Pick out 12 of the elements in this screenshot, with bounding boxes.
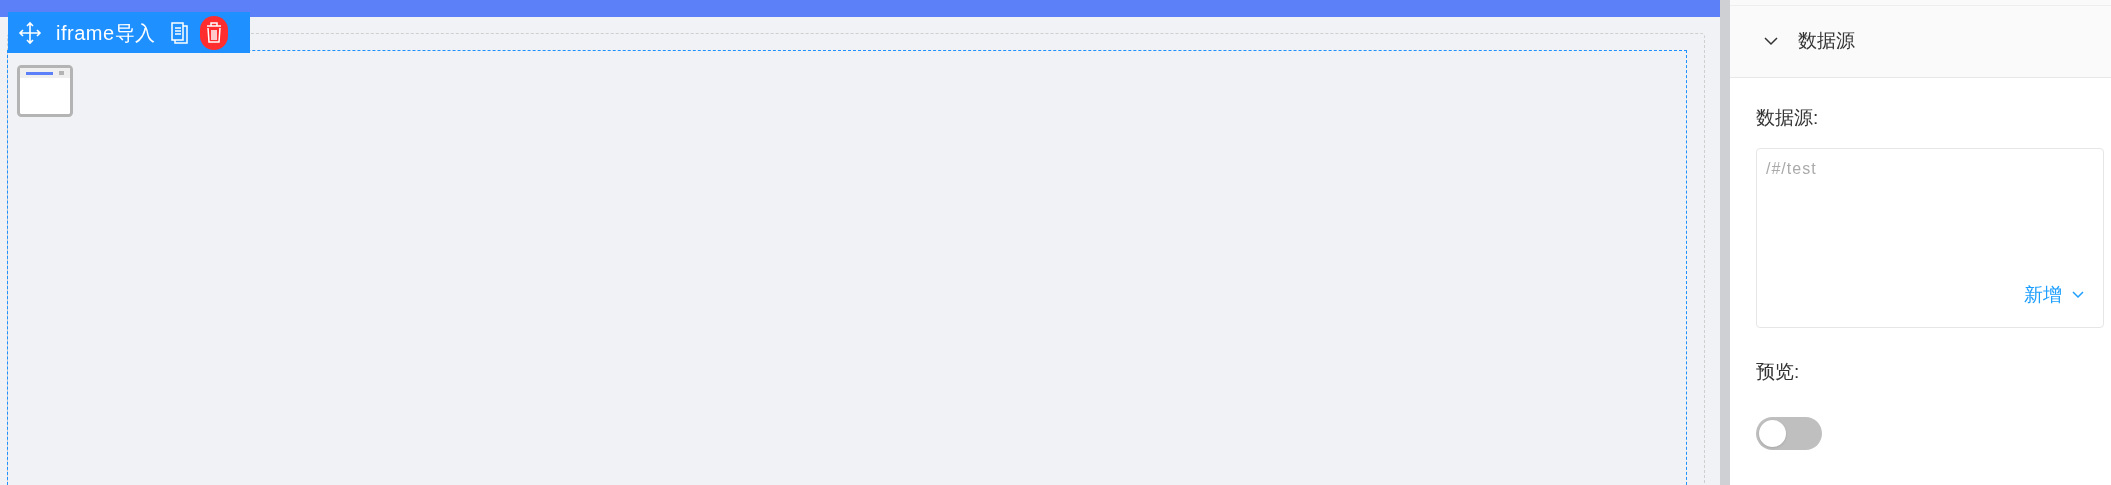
field-label: 预览:: [1756, 360, 1800, 384]
iframe-thumbnail-icon: [17, 65, 73, 117]
preview-toggle[interactable]: [1756, 417, 1822, 450]
delete-icon[interactable]: [199, 15, 228, 50]
copy-icon[interactable]: [169, 20, 190, 45]
section-header[interactable]: 数据源: [1730, 6, 2111, 78]
component-title: iframe导入: [56, 20, 156, 46]
text-area[interactable]: /#/test 新增: [1756, 148, 2104, 328]
field-label: 数据源:: [1756, 106, 1819, 130]
caret-icon: [2072, 290, 2084, 299]
add-dropdown-button[interactable]: 新增: [2024, 280, 2084, 309]
move-icon[interactable]: [18, 20, 42, 45]
